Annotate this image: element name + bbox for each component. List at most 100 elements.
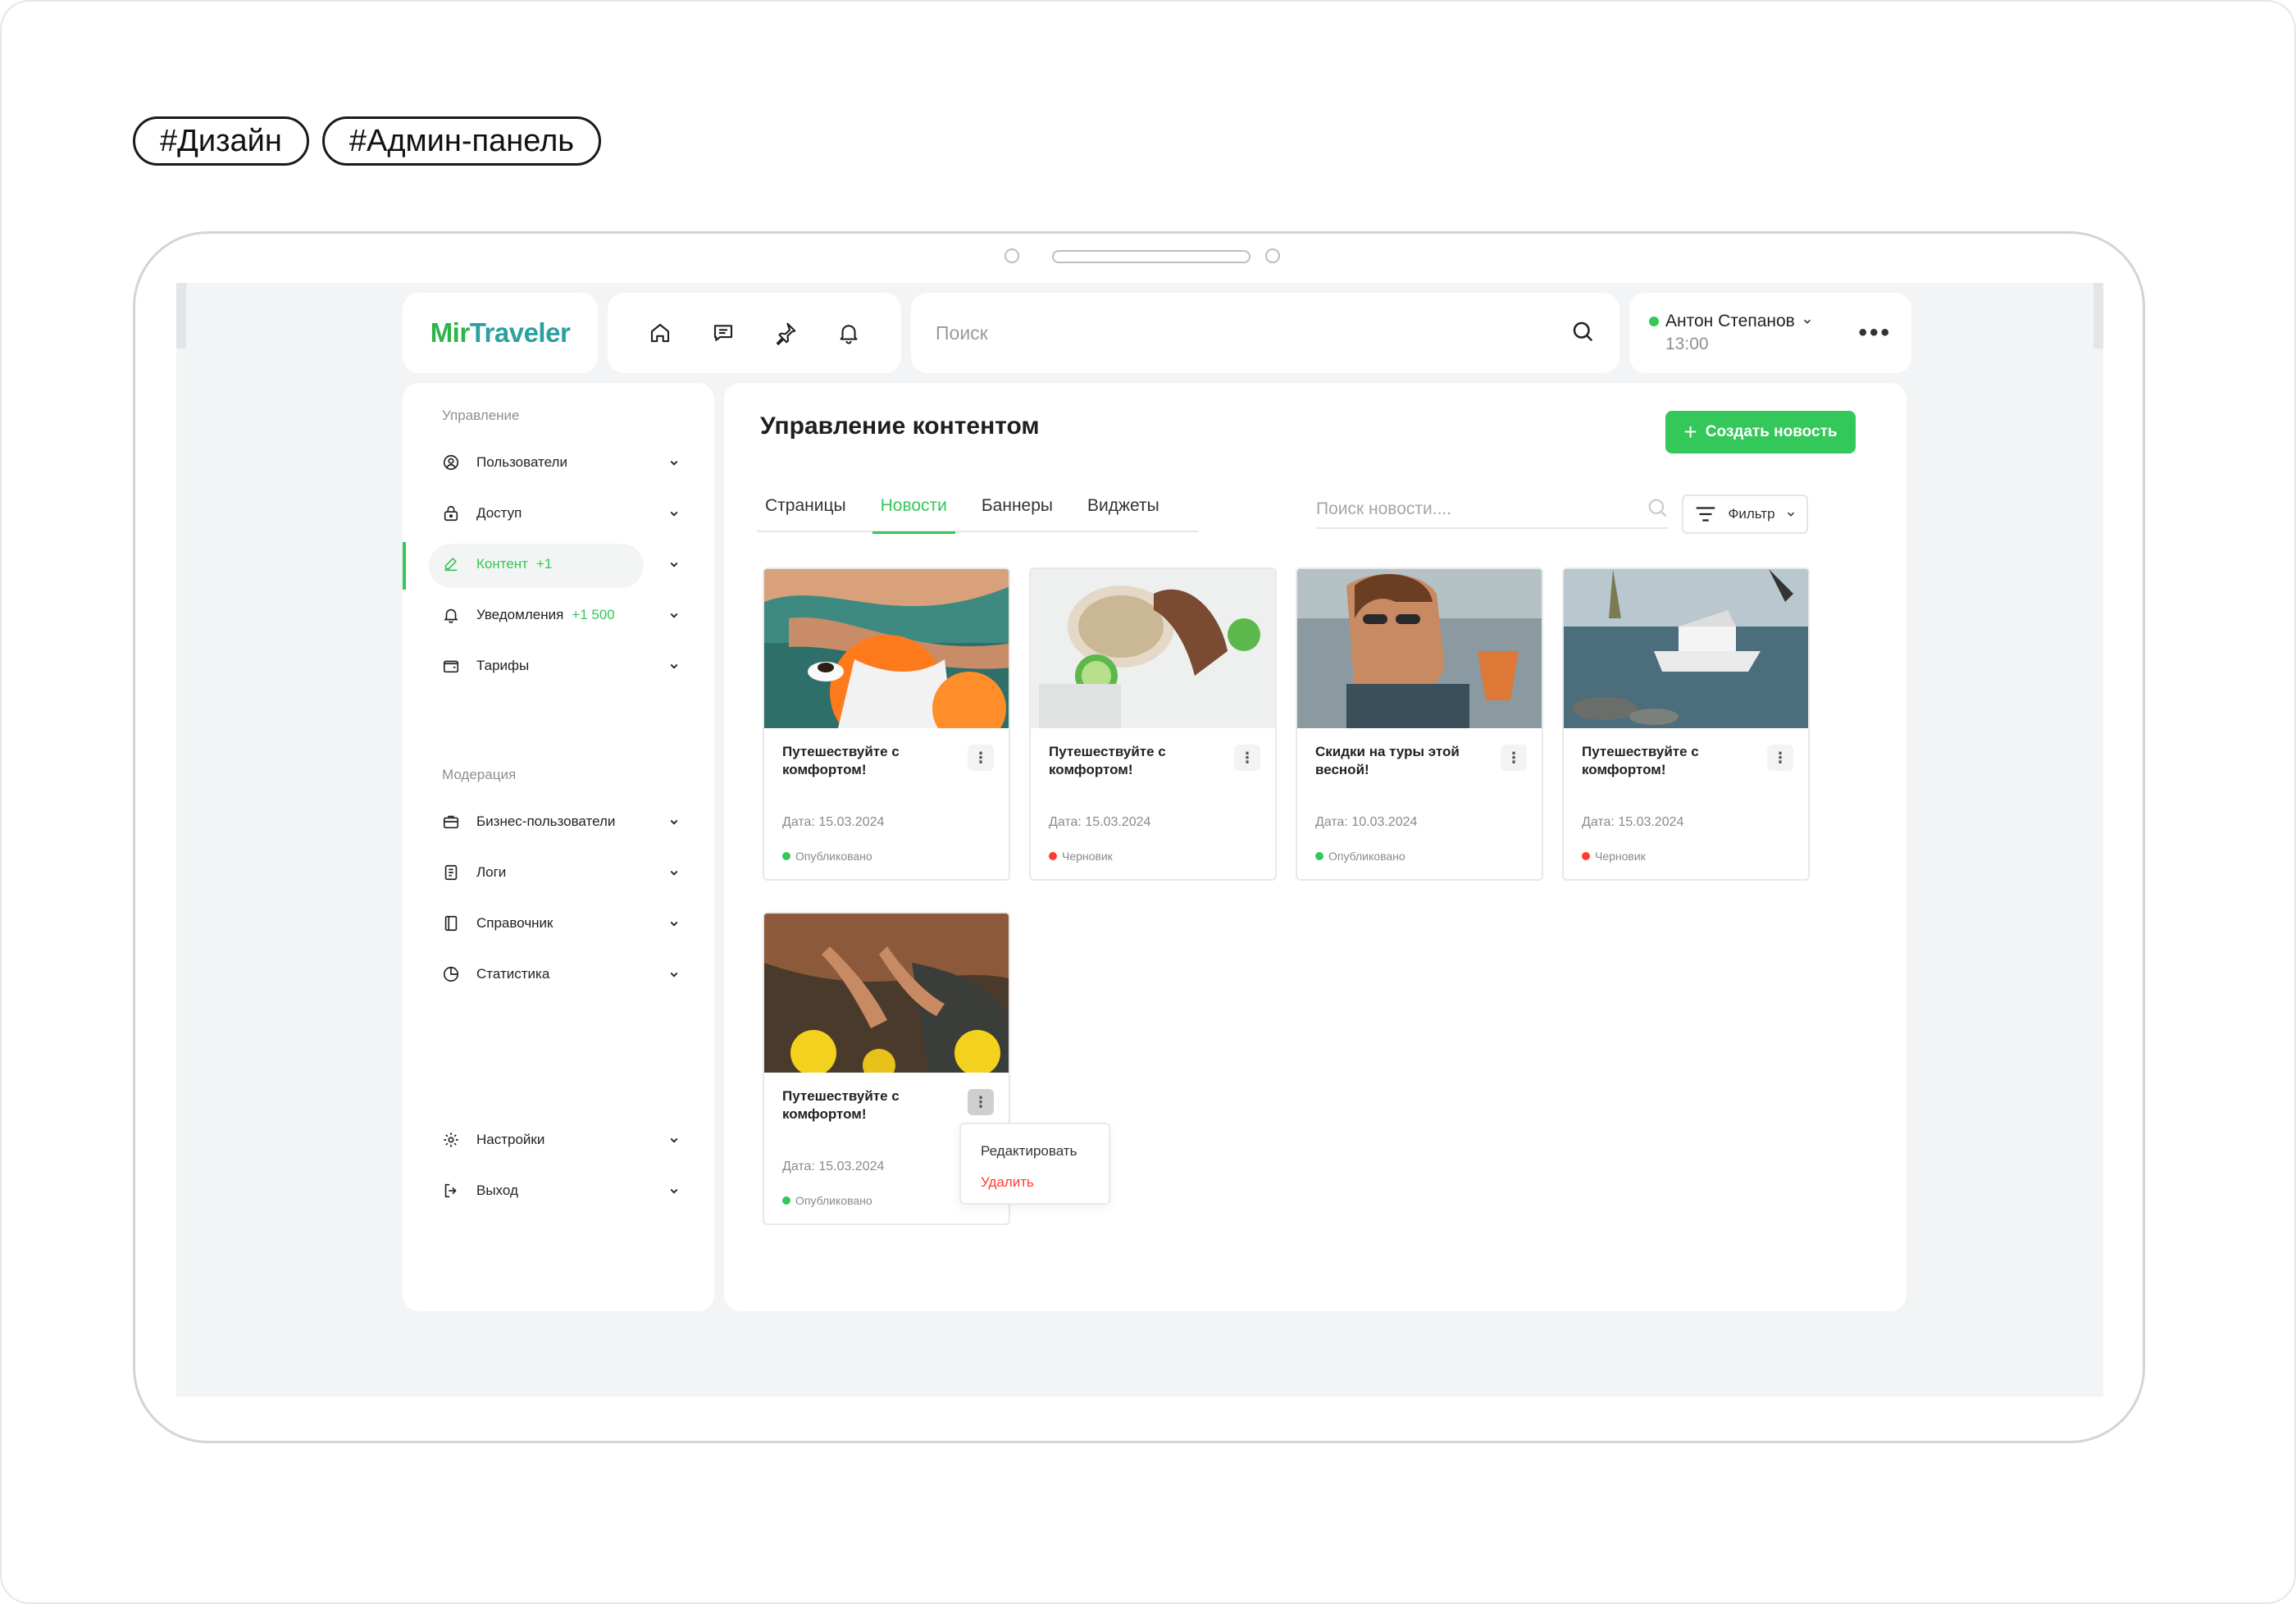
sidebar-item-tariffs[interactable]: Тарифы — [403, 640, 714, 691]
sidebar-section-management: Управление — [442, 408, 520, 423]
wallet-icon — [442, 657, 460, 675]
chevron-down-icon[interactable] — [667, 557, 681, 572]
chevron-down-icon — [1803, 319, 1811, 324]
status-dot — [1582, 852, 1590, 860]
sidebar-item-label: Справочник — [476, 915, 554, 931]
news-image-cocktail — [1031, 569, 1275, 728]
news-card[interactable]: Путешествуйте с комфортом! ⋮ Дата: 15.03… — [763, 567, 1010, 881]
sidebar-item-notifications[interactable]: Уведомления +1 500 — [403, 590, 714, 640]
tab-banners[interactable]: Баннеры — [973, 490, 1061, 532]
sidebar-item-label: Уведомления — [476, 607, 564, 622]
news-image-lemons — [764, 914, 1009, 1073]
chevron-down-icon[interactable] — [667, 916, 681, 931]
sidebar-item-logs[interactable]: Логи — [403, 847, 714, 898]
more-options-icon[interactable]: ••• — [1858, 319, 1892, 347]
kebab-menu-icon[interactable]: ⋮ — [968, 745, 994, 771]
sidebar-item-business-users[interactable]: Бизнес-пользователи — [403, 796, 714, 847]
sidebar-section-moderation: Модерация — [442, 767, 517, 782]
user-info[interactable]: Антон Степанов 13:00 — [1649, 312, 1813, 354]
news-card[interactable]: Скидки на туры этой весной! ⋮ Дата: 10.0… — [1296, 567, 1543, 881]
status-dot — [782, 1196, 790, 1205]
tab-news[interactable]: Новости — [872, 490, 956, 534]
sidebar: Управление Пользователи Доступ Контент +… — [403, 383, 714, 1311]
kebab-menu-icon[interactable]: ⋮ — [968, 1089, 994, 1115]
sidebar-item-content[interactable]: Контент +1 — [403, 539, 714, 590]
camera-dot — [1265, 248, 1280, 263]
kebab-menu-icon[interactable]: ⋮ — [1501, 745, 1527, 771]
news-date: Дата: 15.03.2024 — [782, 815, 885, 829]
sidebar-item-label: Контент — [476, 556, 528, 572]
tag-design[interactable]: #Дизайн — [133, 116, 309, 166]
chevron-down-icon[interactable] — [667, 608, 681, 622]
sidebar-item-logout[interactable]: Выход — [403, 1165, 714, 1216]
news-card[interactable]: Путешествуйте с комфортом! ⋮ Дата: 15.03… — [1029, 567, 1277, 881]
sidebar-item-settings[interactable]: Настройки — [403, 1114, 714, 1165]
chevron-down-icon — [1787, 512, 1794, 517]
status-badge: Черновик — [1049, 850, 1113, 863]
kebab-menu-icon[interactable]: ⋮ — [1234, 745, 1260, 771]
pin-icon[interactable] — [769, 317, 802, 349]
news-image-yacht — [1564, 569, 1808, 728]
sidebar-item-statistics[interactable]: Статистика — [403, 949, 714, 1000]
news-date: Дата: 15.03.2024 — [1049, 815, 1151, 829]
tab-widgets[interactable]: Виджеты — [1079, 490, 1168, 532]
chevron-down-icon[interactable] — [667, 967, 681, 982]
status-badge: Опубликовано — [1315, 850, 1405, 863]
chevron-down-icon[interactable] — [667, 1183, 681, 1198]
create-news-button[interactable]: + Создать новость — [1665, 411, 1856, 453]
gear-icon — [442, 1131, 460, 1149]
home-icon[interactable] — [644, 317, 676, 349]
top-nav — [608, 293, 901, 373]
tab-pages[interactable]: Страницы — [757, 490, 854, 532]
tag-list: #Дизайн #Админ-панель — [133, 116, 602, 166]
search-icon[interactable] — [1570, 319, 1595, 348]
chevron-down-icon[interactable] — [667, 658, 681, 673]
chevron-down-icon[interactable] — [667, 506, 681, 521]
delete-menu-item[interactable]: Удалить — [961, 1167, 1109, 1198]
status-badge: Опубликовано — [782, 1194, 872, 1207]
chevron-down-icon[interactable] — [667, 865, 681, 880]
briefcase-icon — [442, 813, 460, 831]
chat-icon[interactable] — [707, 317, 740, 349]
bell-icon[interactable] — [832, 317, 865, 349]
chevron-down-icon[interactable] — [667, 814, 681, 829]
edit-menu-item[interactable]: Редактировать — [961, 1136, 1109, 1167]
sidebar-item-users[interactable]: Пользователи — [403, 437, 714, 488]
user-time: 13:00 — [1665, 335, 1709, 353]
content-badge: +1 — [535, 556, 553, 572]
page-title: Управление контентом — [760, 412, 1040, 440]
news-title: Путешествуйте с комфортом! — [782, 1088, 900, 1122]
sidebar-item-label: Выход — [476, 1182, 518, 1198]
filter-button[interactable]: Фильтр — [1682, 494, 1808, 534]
news-date: Дата: 10.03.2024 — [1315, 815, 1418, 829]
sidebar-item-label: Бизнес-пользователи — [476, 813, 616, 829]
chevron-down-icon[interactable] — [667, 455, 681, 470]
sidebar-item-label: Тарифы — [476, 658, 530, 673]
tag-admin-panel[interactable]: #Админ-панель — [321, 116, 602, 166]
create-news-label: Создать новость — [1705, 423, 1838, 440]
news-title: Скидки на туры этой весной! — [1315, 744, 1460, 777]
filter-label: Фильтр — [1728, 506, 1775, 522]
news-search-input[interactable] — [1316, 499, 1646, 519]
news-card[interactable]: Путешествуйте с комфортом! ⋮ Дата: 15.03… — [1562, 567, 1810, 881]
sidebar-item-label: Пользователи — [476, 454, 567, 470]
speaker-slot — [1052, 250, 1250, 263]
active-indicator — [403, 542, 406, 590]
logo-part-mir: Mir — [430, 317, 471, 348]
news-title: Путешествуйте с комфортом! — [1049, 744, 1166, 777]
chevron-down-icon[interactable] — [667, 1132, 681, 1147]
plus-icon: + — [1683, 419, 1697, 444]
search-icon[interactable] — [1646, 496, 1669, 523]
sidebar-item-access[interactable]: Доступ — [403, 488, 714, 539]
kebab-menu-icon[interactable]: ⋮ — [1767, 745, 1793, 771]
logout-icon — [442, 1182, 460, 1200]
sidebar-item-directory[interactable]: Справочник — [403, 898, 714, 949]
news-title: Путешествуйте с комфортом! — [1582, 744, 1699, 777]
card-context-menu: Редактировать Удалить — [959, 1123, 1110, 1205]
status-dot — [782, 852, 790, 860]
search-input[interactable] — [936, 321, 1570, 344]
status-dot — [1315, 852, 1323, 860]
bell-icon — [442, 606, 460, 624]
app-logo[interactable]: MirTraveler — [430, 317, 571, 349]
lock-icon — [442, 504, 460, 522]
